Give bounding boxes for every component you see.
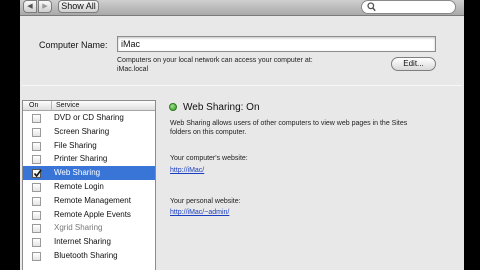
section-divider [22,85,462,86]
service-row-remote-management[interactable]: Remote Management [23,194,155,208]
computer-website-link[interactable]: http://iMac/ [170,167,204,174]
service-row-printer-sharing[interactable]: Printer Sharing [23,152,155,166]
column-header-service[interactable]: Service [51,101,79,111]
show-all-button[interactable]: Show All [58,0,99,13]
service-row-bluetooth-sharing[interactable]: Bluetooth Sharing [23,249,155,263]
service-row-dvd-or-cd-sharing[interactable]: DVD or CD Sharing [23,111,155,125]
computer-website-label: Your computer's website: [170,155,248,162]
toolbar: ◀ ▶ Show All [20,0,464,16]
service-list[interactable]: On Service DVD or CD Sharing Screen Shar… [22,100,156,270]
back-arrow-icon: ◀ [27,3,33,10]
computer-name-note-line1: Computers on your local network can acce… [117,57,313,64]
service-name: File Sharing [54,140,97,150]
service-name: Internet Sharing [54,237,111,247]
checkmark-icon [33,169,42,178]
computer-name-note-line2: iMac.local [117,66,149,73]
service-row-xgrid-sharing[interactable]: Xgrid Sharing [23,221,155,235]
service-name: Remote Management [54,195,131,205]
service-description: Web Sharing allows users of other comput… [170,119,460,137]
service-name: Bluetooth Sharing [54,250,118,260]
service-checkbox[interactable] [32,155,41,165]
service-checkbox[interactable] [32,127,41,137]
service-row-remote-login[interactable]: Remote Login [23,180,155,194]
service-name: DVD or CD Sharing [54,113,124,122]
service-row-web-sharing[interactable]: Web Sharing [23,166,155,180]
personal-website-link[interactable]: http://iMac/~admin/ [170,209,229,216]
search-icon [367,2,376,12]
status-indicator-icon [169,103,177,111]
sharing-preferences-window: ◀ ▶ Show All Computer Name: Computers on… [20,0,464,270]
service-status: Web Sharing: On [183,102,260,113]
service-description-line1: Web Sharing allows users of other comput… [170,120,408,127]
personal-website-label: Your personal website: [170,198,241,205]
service-checkbox[interactable] [32,141,41,151]
service-checkbox[interactable] [32,224,41,234]
service-row-remote-apple-events[interactable]: Remote Apple Events [23,208,155,222]
service-row-internet-sharing[interactable]: Internet Sharing [23,235,155,249]
edit-button[interactable]: Edit... [391,57,436,71]
service-name: Screen Sharing [54,126,110,136]
search-input[interactable] [378,1,452,13]
service-name: Web Sharing [54,168,101,178]
service-checkbox[interactable] [32,210,41,220]
computer-name-note: Computers on your local network can acce… [117,56,367,74]
column-header-on[interactable]: On [29,101,38,110]
forward-arrow-icon: ▶ [42,3,48,10]
service-name: Xgrid Sharing [54,223,103,233]
service-row-screen-sharing[interactable]: Screen Sharing [23,125,155,139]
service-checkbox[interactable] [32,114,41,123]
computer-name-label: Computer Name: [39,40,108,50]
service-checkbox[interactable] [32,196,41,206]
service-rows: DVD or CD Sharing Screen Sharing File Sh… [23,111,155,263]
service-name: Remote Login [54,181,104,191]
service-checkbox[interactable] [32,251,41,261]
service-name: Remote Apple Events [54,209,131,219]
service-list-header: On Service [23,101,155,111]
service-row-file-sharing[interactable]: File Sharing [23,139,155,153]
forward-button[interactable]: ▶ [38,0,52,13]
back-button[interactable]: ◀ [23,0,37,13]
computer-name-field[interactable] [117,36,436,52]
service-name: Printer Sharing [54,154,108,164]
service-description-line2: folders on this computer. [170,129,247,136]
search-field[interactable] [361,0,456,14]
service-checkbox[interactable] [32,182,41,192]
service-checkbox[interactable] [32,169,42,179]
service-checkbox[interactable] [32,238,41,248]
